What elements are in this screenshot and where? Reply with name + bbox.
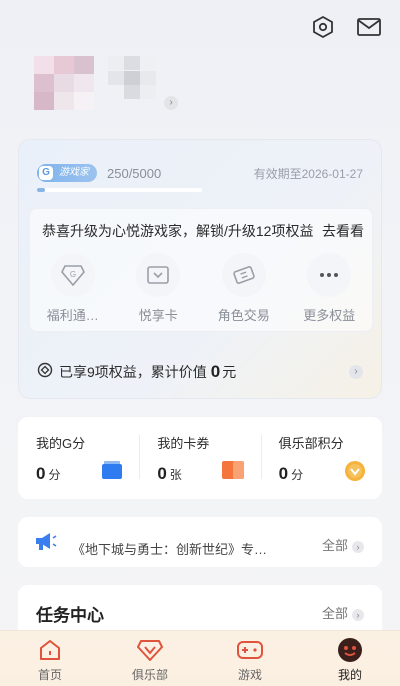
news-headline[interactable]: 《地下城与勇士：创新世纪》专… <box>72 539 312 558</box>
profile-chevron-icon[interactable]: › <box>164 96 178 110</box>
news-all-label: 全部 <box>321 538 348 553</box>
club-diamond-icon <box>136 637 164 663</box>
gift-diamond-icon: G <box>50 253 95 297</box>
nav-games[interactable]: 游戏 <box>215 631 285 683</box>
nav-label: 俱乐部 <box>131 668 168 682</box>
benefit-panel: 恭喜升级为心悦游戏家，解锁/升级12项权益 去看看 G 福利通… 悦享卡 角色交… <box>29 208 373 332</box>
stat-value: 0 <box>157 464 167 483</box>
vip-level-row: G 游戏家 250/5000 <box>37 164 161 182</box>
avatar[interactable] <box>34 56 94 110</box>
task-all-link[interactable]: 全部 › <box>322 603 364 622</box>
mail-icon[interactable] <box>356 14 382 40</box>
nav-club[interactable]: 俱乐部 <box>115 631 185 683</box>
nav-label: 我的 <box>337 668 362 682</box>
stat-unit: 分 <box>48 468 61 482</box>
benefits-summary-row[interactable]: 已享9项权益，累计价值 0 元 › <box>37 362 363 382</box>
settings-icon[interactable] <box>310 14 336 40</box>
stat-value: 0 <box>278 464 289 483</box>
vip-expire-date: 有效期至2026-01-27 <box>253 167 363 181</box>
benefit-item-welfare[interactable]: G 福利通… <box>33 253 113 324</box>
see-benefits-link[interactable]: 去看看 <box>322 221 364 241</box>
vip-badge-label: 游戏家 <box>59 167 89 178</box>
benefit-item-card[interactable]: 悦享卡 <box>118 253 198 324</box>
nav-mine[interactable]: 我的 <box>315 631 385 683</box>
stats-card: 我的G分 0分 我的卡券 0张 俱乐部积分 0分 <box>18 417 382 499</box>
nav-label: 首页 <box>37 668 62 682</box>
top-actions <box>310 14 382 40</box>
user-name[interactable] <box>108 56 158 100</box>
card-icon <box>136 253 181 297</box>
more-icon <box>307 253 352 297</box>
g-points-icon <box>101 460 123 485</box>
news-all-link[interactable]: 全部 › <box>322 535 364 554</box>
gamepad-icon <box>236 637 264 663</box>
stat-label: 俱乐部积分 <box>278 436 344 451</box>
stat-label: 我的G分 <box>36 436 86 451</box>
stat-label: 我的卡券 <box>157 436 210 451</box>
stat-unit: 分 <box>291 468 304 482</box>
stat-coupons[interactable]: 我的卡券 0张 <box>139 417 260 499</box>
chevron-right-icon: › <box>352 540 364 553</box>
benefit-label: 更多权益 <box>303 308 356 323</box>
news-card[interactable]: 《地下城与勇士：创新世纪》专… 全部 › <box>18 517 382 567</box>
benefits-summary-unit: 元 <box>222 364 237 380</box>
benefits-summary-text: 已享9项权益，累计价值 <box>59 364 207 380</box>
chevron-right-icon: › <box>349 365 363 379</box>
ticket-icon <box>221 253 266 297</box>
coupon-icon <box>221 460 245 485</box>
task-all-label: 全部 <box>321 606 348 621</box>
svg-text:G: G <box>70 270 76 279</box>
stat-unit: 张 <box>169 468 182 482</box>
nav-label: 游戏 <box>237 668 262 682</box>
benefits-summary-value: 0 <box>210 362 221 381</box>
nav-home[interactable]: 首页 <box>15 631 85 683</box>
task-center-title: 任务中心 <box>36 606 104 625</box>
stat-g-points[interactable]: 我的G分 0分 <box>18 417 139 499</box>
stat-club-points[interactable]: 俱乐部积分 0分 <box>260 417 382 499</box>
profile-avatar-icon <box>336 637 364 663</box>
benefit-label: 角色交易 <box>217 308 270 323</box>
club-points-icon <box>344 460 366 487</box>
vip-badge: G 游戏家 <box>37 164 97 182</box>
chevron-right-icon: › <box>352 608 364 621</box>
benefit-label: 福利通… <box>46 308 99 323</box>
vip-badge-icon: G <box>39 166 53 180</box>
megaphone-icon <box>34 531 58 556</box>
home-icon <box>36 637 64 663</box>
benefit-item-trade[interactable]: 角色交易 <box>204 253 284 324</box>
vip-card[interactable]: G 游戏家 250/5000 有效期至2026-01-27 恭喜升级为心悦游戏家… <box>18 139 382 399</box>
upgrade-message: 恭喜升级为心悦游戏家，解锁/升级12项权益 <box>42 223 314 239</box>
benefit-label: 悦享卡 <box>138 308 178 323</box>
vip-progress-text: 250/5000 <box>107 165 162 181</box>
bottom-nav: 首页 俱乐部 游戏 我的 <box>0 630 400 686</box>
vip-progress-bar <box>37 188 202 192</box>
vip-progress-fill <box>37 188 46 192</box>
target-icon <box>37 362 53 383</box>
benefit-item-more[interactable]: 更多权益 <box>289 253 369 324</box>
stat-value: 0 <box>36 464 46 483</box>
